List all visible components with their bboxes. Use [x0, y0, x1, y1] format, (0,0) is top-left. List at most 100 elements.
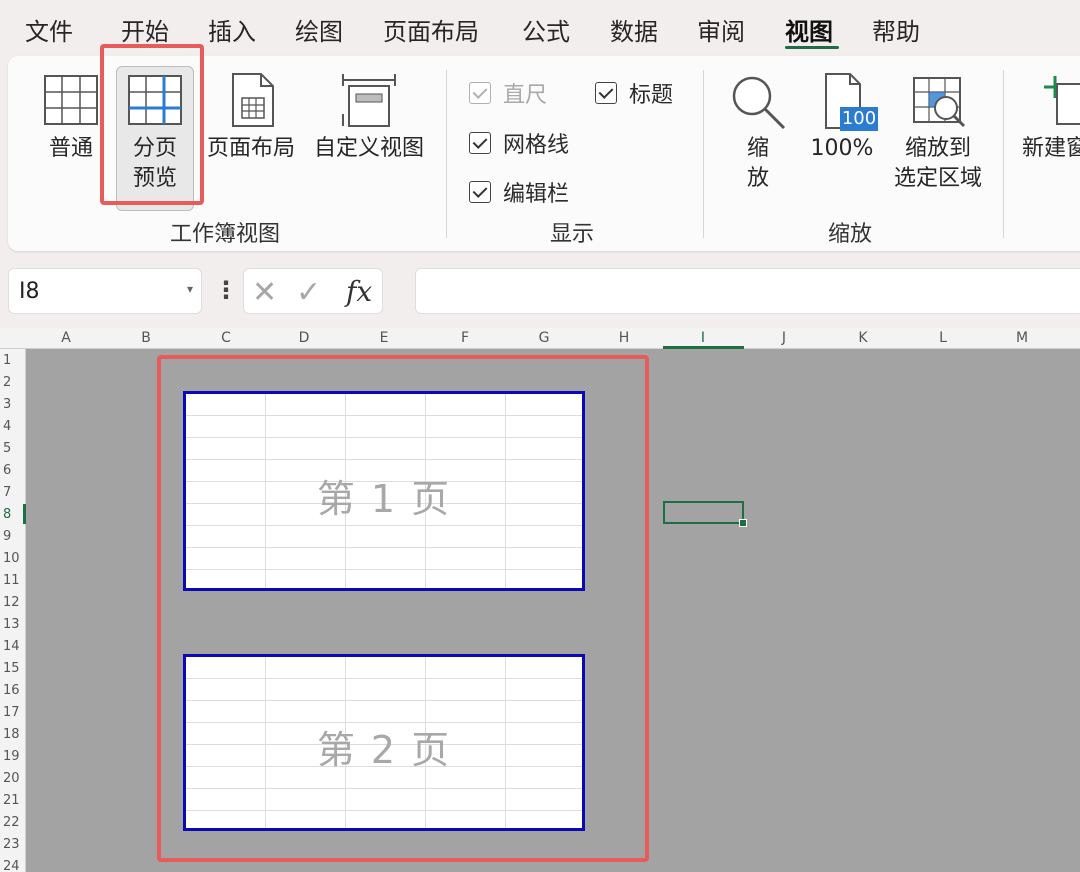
name-box[interactable]: I8 ▾ — [8, 268, 202, 314]
formula-bar-label: 编辑栏 — [503, 182, 570, 207]
row-header[interactable]: 5 — [0, 441, 24, 456]
row-header[interactable]: 7 — [0, 485, 24, 500]
tab-page-layout[interactable]: 页面布局 — [383, 12, 479, 47]
row-header[interactable]: 10 — [0, 551, 24, 566]
column-header-e[interactable]: E — [344, 330, 424, 346]
column-header-h[interactable]: H — [584, 330, 664, 346]
chevron-down-icon[interactable]: ▾ — [187, 282, 193, 296]
selected-cell[interactable] — [663, 501, 747, 527]
column-headers: A B C D E F G H I J K L M — [0, 328, 1080, 349]
zoom-to-selection-label-2: 选定区域 — [893, 166, 982, 191]
zoom-100-icon: 100 — [812, 72, 878, 132]
row-header[interactable]: 20 — [0, 771, 24, 786]
page-break-preview-label-1: 分页 — [132, 136, 177, 161]
custom-views-label: 自定义视图 — [313, 136, 424, 161]
page-break-preview-icon — [128, 75, 182, 125]
new-window-label: 新建窗 — [1022, 136, 1080, 161]
tab-draw[interactable]: 绘图 — [295, 12, 343, 47]
row-header[interactable]: 21 — [0, 793, 24, 808]
page-1-watermark: 第 1 页 — [316, 477, 452, 521]
new-window-button[interactable]: 新建窗 — [1022, 72, 1080, 164]
column-header-k[interactable]: K — [823, 330, 903, 346]
normal-view-label: 普通 — [48, 136, 93, 161]
zoom-to-selection-button[interactable]: 缩放到 选定区域 — [886, 72, 990, 194]
column-header-g[interactable]: G — [504, 330, 584, 346]
magnifier-icon — [732, 76, 786, 130]
page-layout-view-button[interactable]: 页面布局 — [203, 72, 299, 164]
tab-view[interactable]: 视图 — [785, 12, 833, 47]
cancel-icon[interactable]: ✕ — [252, 275, 277, 310]
row-header[interactable]: 3 — [0, 397, 24, 412]
zoom-label-2: 放 — [746, 166, 769, 191]
tab-home[interactable]: 开始 — [121, 12, 169, 47]
custom-views-button[interactable]: 自定义视图 — [309, 72, 429, 164]
column-header-f[interactable]: F — [425, 330, 505, 346]
zoom-100-button[interactable]: 100 100% — [806, 72, 878, 164]
row-header[interactable]: 4 — [0, 419, 24, 434]
custom-views-icon — [342, 74, 396, 127]
row-header[interactable]: 1 — [0, 353, 24, 368]
ruler-checkbox[interactable]: 直尺 — [469, 77, 547, 109]
row-header[interactable]: 6 — [0, 463, 24, 478]
normal-view-button[interactable]: 普通 — [40, 72, 102, 164]
column-header-c[interactable]: C — [186, 330, 266, 346]
column-header-a[interactable]: A — [26, 330, 106, 346]
gridlines-checkbox[interactable]: 网格线 — [469, 127, 569, 159]
tab-data[interactable]: 数据 — [610, 12, 658, 47]
zoom-button[interactable]: 缩 放 — [726, 72, 790, 194]
column-header-b[interactable]: B — [106, 330, 186, 346]
row-header[interactable]: 2 — [0, 375, 24, 390]
show-group-label: 显示 — [550, 222, 595, 247]
column-header-d[interactable]: D — [264, 330, 344, 346]
tab-file[interactable]: 文件 — [25, 12, 73, 47]
row-header[interactable]: 12 — [0, 595, 24, 610]
print-page-1[interactable]: 第 1 页 — [183, 391, 585, 591]
headings-checkbox[interactable]: 标题 — [595, 77, 673, 109]
ruler-label: 直尺 — [503, 83, 548, 108]
row-header[interactable]: 14 — [0, 639, 24, 654]
zoom-100-badge: 100 — [840, 107, 878, 131]
tab-insert[interactable]: 插入 — [208, 12, 256, 47]
page-2-watermark: 第 2 页 — [316, 728, 452, 772]
ribbon-separator — [1003, 70, 1004, 238]
row-header[interactable]: 9 — [0, 529, 24, 544]
fill-handle[interactable] — [739, 519, 747, 527]
formula-input[interactable] — [415, 268, 1080, 314]
row-header[interactable]: 17 — [0, 705, 24, 720]
row-header[interactable]: 24 — [0, 859, 24, 872]
column-header-l[interactable]: L — [903, 330, 983, 346]
tab-help[interactable]: 帮助 — [872, 12, 920, 47]
row-header[interactable]: 22 — [0, 815, 24, 830]
zoom-100-label: 100% — [810, 136, 874, 161]
more-options-icon[interactable]: ⋮ — [214, 276, 238, 304]
row-header[interactable]: 11 — [0, 573, 24, 588]
menu-bar: 文件 开始 插入 绘图 页面布局 公式 数据 审阅 视图 帮助 — [0, 0, 1080, 56]
ruler-check-icon — [469, 82, 491, 104]
row-header[interactable]: 13 — [0, 617, 24, 632]
print-page-2[interactable]: 第 2 页 — [183, 654, 585, 831]
selected-column-indicator — [663, 346, 744, 349]
row-header[interactable]: 19 — [0, 749, 24, 764]
row-header-selected[interactable]: 8 — [0, 507, 24, 522]
page-break-preview-label-2: 预览 — [132, 166, 177, 191]
confirm-icon[interactable]: ✓ — [296, 275, 321, 310]
normal-view-icon — [44, 75, 98, 125]
new-window-icon — [1044, 76, 1080, 125]
page-break-preview-button[interactable]: 分页 预览 — [122, 72, 188, 194]
tab-review[interactable]: 审阅 — [697, 12, 745, 47]
row-header[interactable]: 18 — [0, 727, 24, 742]
zoom-group-label: 缩放 — [828, 222, 873, 247]
row-header[interactable]: 16 — [0, 683, 24, 698]
zoom-label-1: 缩 — [746, 136, 769, 161]
tab-formulas[interactable]: 公式 — [522, 12, 570, 47]
row-header[interactable]: 23 — [0, 837, 24, 852]
headings-check-icon — [595, 82, 617, 104]
row-header[interactable]: 15 — [0, 661, 24, 676]
column-header-m[interactable]: M — [982, 330, 1062, 346]
ribbon-separator — [446, 70, 447, 238]
column-header-i[interactable]: I — [663, 330, 743, 346]
column-header-j[interactable]: J — [744, 330, 824, 346]
insert-function-icon[interactable]: fx — [346, 275, 372, 308]
formula-bar-checkbox[interactable]: 编辑栏 — [469, 176, 569, 208]
page-layout-icon — [232, 73, 274, 127]
